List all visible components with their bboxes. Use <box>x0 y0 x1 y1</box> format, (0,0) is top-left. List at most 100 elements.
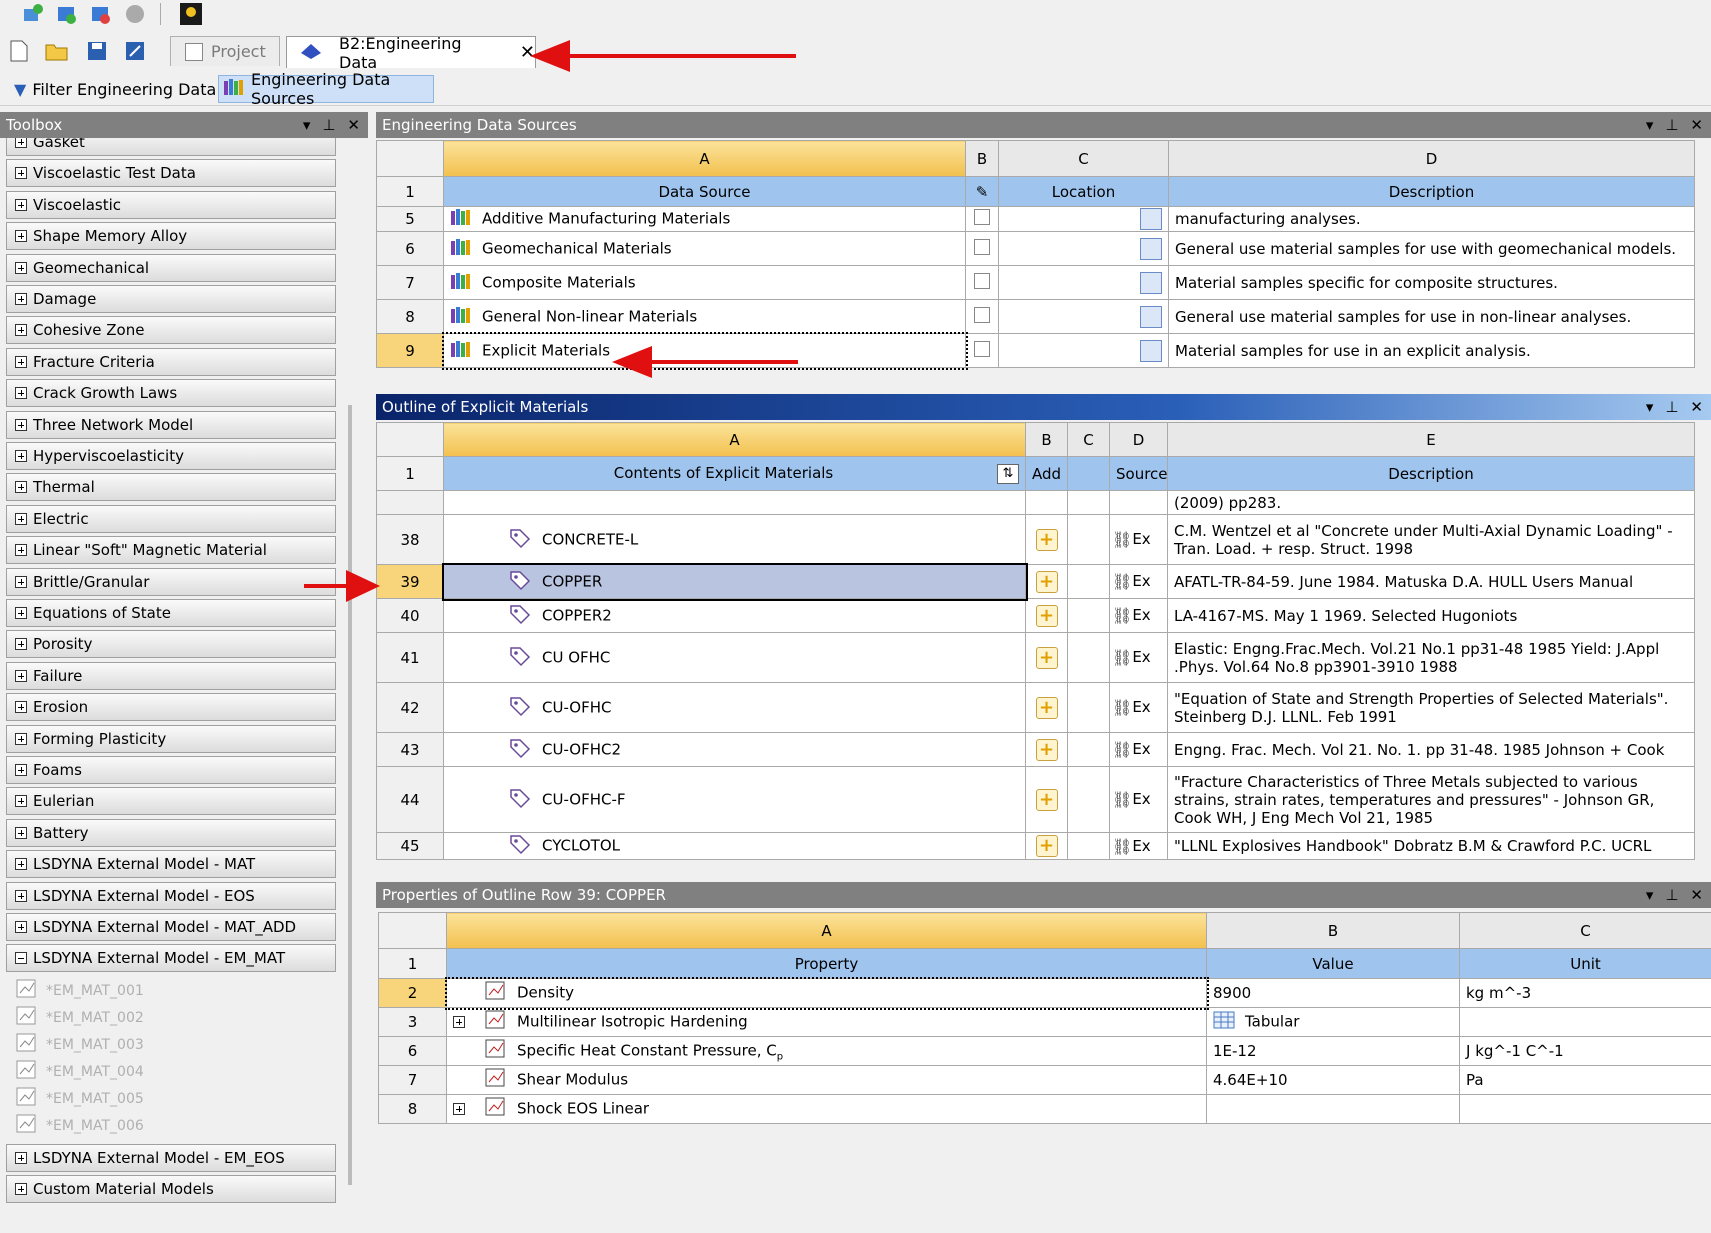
toolbox-subitem[interactable]: *EM_MAT_005 <box>16 1086 144 1112</box>
sources-row[interactable]: 6 Geomechanical Materials General use mate… <box>376 231 1695 266</box>
open-folder-icon[interactable] <box>44 38 70 64</box>
outline-row[interactable]: 39 COPPER + ⛓Ex AFATL-TR-84-59. June 1984. M… <box>376 562 1695 601</box>
link-icon[interactable]: ⛓ <box>1112 606 1132 625</box>
toolbox-item[interactable]: Electric <box>6 504 336 533</box>
toolbox-item[interactable]: Hyperviscoelasticity <box>6 442 336 470</box>
add-material-icon[interactable]: + <box>1035 646 1058 669</box>
property-value-cell[interactable] <box>1206 1094 1460 1124</box>
property-value-cell[interactable]: 4.64E+10 <box>1206 1065 1460 1095</box>
expand-icon[interactable] <box>15 324 27 337</box>
data-source-cell[interactable]: Geomechanical Materials <box>443 231 966 266</box>
sources-close-icon[interactable]: ✕ <box>1690 112 1703 138</box>
toolbox-item[interactable]: Viscoelastic Test Data <box>6 159 336 188</box>
add-material-icon[interactable]: + <box>1035 788 1058 811</box>
toolbox-item[interactable]: Custom Material Models <box>6 1175 336 1204</box>
expand-icon[interactable] <box>15 450 27 462</box>
source-checkbox[interactable] <box>974 306 990 323</box>
new-file-icon[interactable] <box>6 38 32 64</box>
location-cell[interactable] <box>998 265 1169 300</box>
expand-icon[interactable] <box>15 1151 27 1164</box>
expand-icon[interactable] <box>15 293 27 305</box>
sources-row[interactable]: 5 Additive Manufacturing Materials manufac… <box>376 206 1695 232</box>
browse-location-icon[interactable] <box>1140 339 1162 362</box>
expand-icon[interactable] <box>15 575 27 588</box>
material-name-cell[interactable]: CYCLOTOL <box>443 832 1026 860</box>
location-cell[interactable] <box>998 206 1169 232</box>
data-source-cell[interactable]: Composite Materials <box>443 265 966 300</box>
browse-location-icon[interactable] <box>1140 208 1162 230</box>
engineering-data-sources-button[interactable]: Engineering Data Sources <box>218 70 434 108</box>
data-source-cell[interactable]: General Non-linear Materials <box>443 299 966 334</box>
outline-row[interactable]: 43 CU-OFHC2 + ⛓Ex Engng. Frac. Mech. Vol 21.… <box>376 732 1695 767</box>
browse-location-icon[interactable] <box>1140 305 1162 328</box>
expand-icon[interactable] <box>15 512 27 525</box>
property-row[interactable]: 3 Multilinear Isotropic Hardening Tabular <box>378 1007 1711 1037</box>
source-cell[interactable]: ⛓Ex <box>1109 832 1168 860</box>
dsl-app-icon[interactable] <box>178 1 204 27</box>
sources-col-a[interactable]: A <box>443 140 966 177</box>
add-cell[interactable]: + <box>1025 564 1068 599</box>
property-name-cell[interactable]: Shock EOS Linear <box>446 1094 1207 1124</box>
expand-icon[interactable] <box>15 1183 27 1196</box>
link-icon[interactable]: ⛓ <box>1112 740 1132 759</box>
property-row[interactable]: 8 Shock EOS Linear <box>378 1094 1711 1124</box>
sources-col-b[interactable]: B <box>965 140 999 177</box>
expand-icon[interactable] <box>15 230 27 243</box>
toolbox-item[interactable]: Failure <box>6 661 336 690</box>
property-name-cell[interactable]: Density <box>444 976 1209 1010</box>
expand-icon[interactable] <box>15 355 27 368</box>
add-cell[interactable]: + <box>1025 598 1068 633</box>
outline-row[interactable]: 38 CONCRETE-L + ⛓Ex C.M. Wentzel et al "Conc… <box>376 514 1695 565</box>
toolbox-dropdown-icon[interactable]: ▾ <box>303 112 311 138</box>
outline-col-a[interactable]: A <box>443 422 1026 457</box>
property-name-cell[interactable]: Specific Heat Constant Pressure, Cp <box>446 1036 1207 1066</box>
link-icon[interactable]: ⛓ <box>1112 648 1132 667</box>
source-checkbox-cell[interactable] <box>965 333 999 368</box>
property-unit[interactable]: Pa <box>1459 1065 1711 1095</box>
expand-icon[interactable] <box>15 826 27 839</box>
browse-location-icon[interactable] <box>1140 237 1162 260</box>
add-material-icon[interactable]: + <box>1035 696 1058 719</box>
props-col-a[interactable]: A <box>446 912 1207 949</box>
sources-row[interactable]: 8 General Non-linear Materials General use… <box>376 299 1695 334</box>
toolbox-item[interactable]: LSDYNA External Model - EM_EOS <box>6 1143 336 1172</box>
tab-project[interactable]: Project <box>170 36 280 66</box>
data-source-cell[interactable]: Additive Manufacturing Materials <box>443 206 966 232</box>
toolbox-item[interactable]: Geomechanical <box>6 253 336 282</box>
material-name-cell[interactable]: COPPER <box>441 562 1028 601</box>
link-icon[interactable]: ⛓ <box>1112 837 1132 856</box>
save-icon[interactable] <box>84 38 110 64</box>
add-cell[interactable]: + <box>1025 514 1068 565</box>
material-name-cell[interactable]: CU-OFHC2 <box>443 732 1026 767</box>
props-col-c[interactable]: C <box>1459 912 1711 949</box>
material-name-cell[interactable]: CU OFHC <box>443 632 1026 683</box>
expand-icon[interactable] <box>15 795 27 808</box>
outline-col-e[interactable]: E <box>1167 422 1695 457</box>
material-name-cell[interactable]: CONCRETE-L <box>443 514 1026 565</box>
material-name-cell[interactable]: CU-OFHC-F <box>443 766 1026 833</box>
sources-col-c[interactable]: C <box>998 140 1169 177</box>
add-cell[interactable]: + <box>1025 766 1068 833</box>
property-value-cell[interactable]: Tabular <box>1206 1007 1460 1037</box>
expand-icon[interactable] <box>15 481 27 494</box>
source-cell[interactable]: ⛓Ex <box>1109 564 1168 599</box>
location-cell[interactable] <box>998 333 1169 368</box>
material-name-cell[interactable]: CU-OFHC <box>443 682 1026 733</box>
source-checkbox[interactable] <box>974 340 990 357</box>
toolbox-subitem[interactable]: *EM_MAT_004 <box>16 1059 144 1085</box>
toolbox-item[interactable]: Viscoelastic <box>6 190 336 219</box>
expand-icon[interactable] <box>15 921 27 933</box>
property-name-cell[interactable]: Shear Modulus <box>446 1065 1207 1095</box>
toolbox-subitem[interactable]: *EM_MAT_001 <box>16 978 144 1004</box>
source-cell[interactable]: ⛓Ex <box>1109 598 1168 633</box>
source-checkbox-cell[interactable] <box>965 265 999 300</box>
expand-icon[interactable] <box>15 418 27 431</box>
expand-icon[interactable] <box>15 198 27 211</box>
properties-pin-icon[interactable]: ⊥ <box>1665 882 1678 908</box>
sources-row[interactable]: 7 Composite Materials Material samples spe… <box>376 265 1695 300</box>
update-all-icon[interactable] <box>88 1 114 27</box>
property-unit[interactable] <box>1459 1007 1711 1037</box>
globe-icon[interactable] <box>122 1 148 27</box>
toolbox-item[interactable]: Battery <box>6 818 336 847</box>
expand-icon[interactable] <box>15 732 27 745</box>
